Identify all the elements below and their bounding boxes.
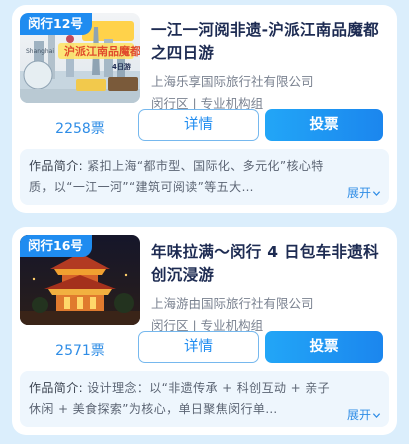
entry-organization: 上海乐享国际旅行社有限公司 (151, 74, 314, 89)
entry-title[interactable]: 一江一河阅非遗-沪派江南品魔都之四日游 (151, 19, 391, 65)
vote-count: 2258票 (55, 121, 105, 137)
chevron-down-icon (372, 413, 381, 419)
vote-button[interactable]: 投票 (265, 331, 383, 363)
details-button[interactable]: 详情 (138, 109, 259, 141)
thumbnail-subcaption: 4日游 (112, 62, 131, 71)
intro-label: 作品简介: (29, 381, 84, 395)
intro-label: 作品简介: (29, 159, 84, 173)
vote-button[interactable]: 投票 (265, 109, 383, 141)
entry-number-badge: 闵行12号 (20, 13, 92, 35)
entry-organization: 上海游由国际旅行社有限公司 (151, 296, 314, 311)
chevron-down-icon (372, 191, 381, 197)
thumbnail-english: Shanghai (26, 48, 54, 55)
entry-thumbnail[interactable]: 沪派江南品魔都 4日游 Shanghai 闵行12号 (20, 13, 140, 103)
entry-number-badge: 闵行16号 (20, 235, 92, 257)
expand-link[interactable]: 展开 (347, 184, 381, 201)
intro-text: 作品简介: 紧扣上海“都市型、国际化、多元化”核心特质，以“一江一河”“建筑可阅… (29, 156, 334, 198)
entry-card[interactable]: 沪派江南品魔都 4日游 Shanghai 闵行12号 一江一河阅非遗-沪派江南品… (12, 5, 397, 213)
thumbnail-caption: 沪派江南品魔都 (64, 44, 140, 58)
intro-box: 作品简介: 设计理念：以“非遗传承 + 科创互动 + 亲子休闲 + 美食探索”为… (20, 371, 389, 427)
expand-label: 展开 (346, 186, 371, 200)
entry-title[interactable]: 年味拉满～闵行 4 日包车非遗科创沉浸游 (151, 241, 391, 287)
vote-count: 2571票 (55, 343, 105, 359)
intro-box: 作品简介: 紧扣上海“都市型、国际化、多元化”核心特质，以“一江一河”“建筑可阅… (20, 149, 389, 205)
expand-link[interactable]: 展开 (347, 406, 381, 423)
intro-text: 作品简介: 设计理念：以“非遗传承 + 科创互动 + 亲子休闲 + 美食探索”为… (29, 378, 334, 420)
details-button[interactable]: 详情 (138, 331, 259, 363)
entry-card[interactable]: 闵行16号 年味拉满～闵行 4 日包车非遗科创沉浸游 上海游由国际旅行社有限公司… (12, 227, 397, 435)
entry-thumbnail[interactable]: 闵行16号 (20, 235, 140, 325)
expand-label: 展开 (346, 408, 371, 422)
